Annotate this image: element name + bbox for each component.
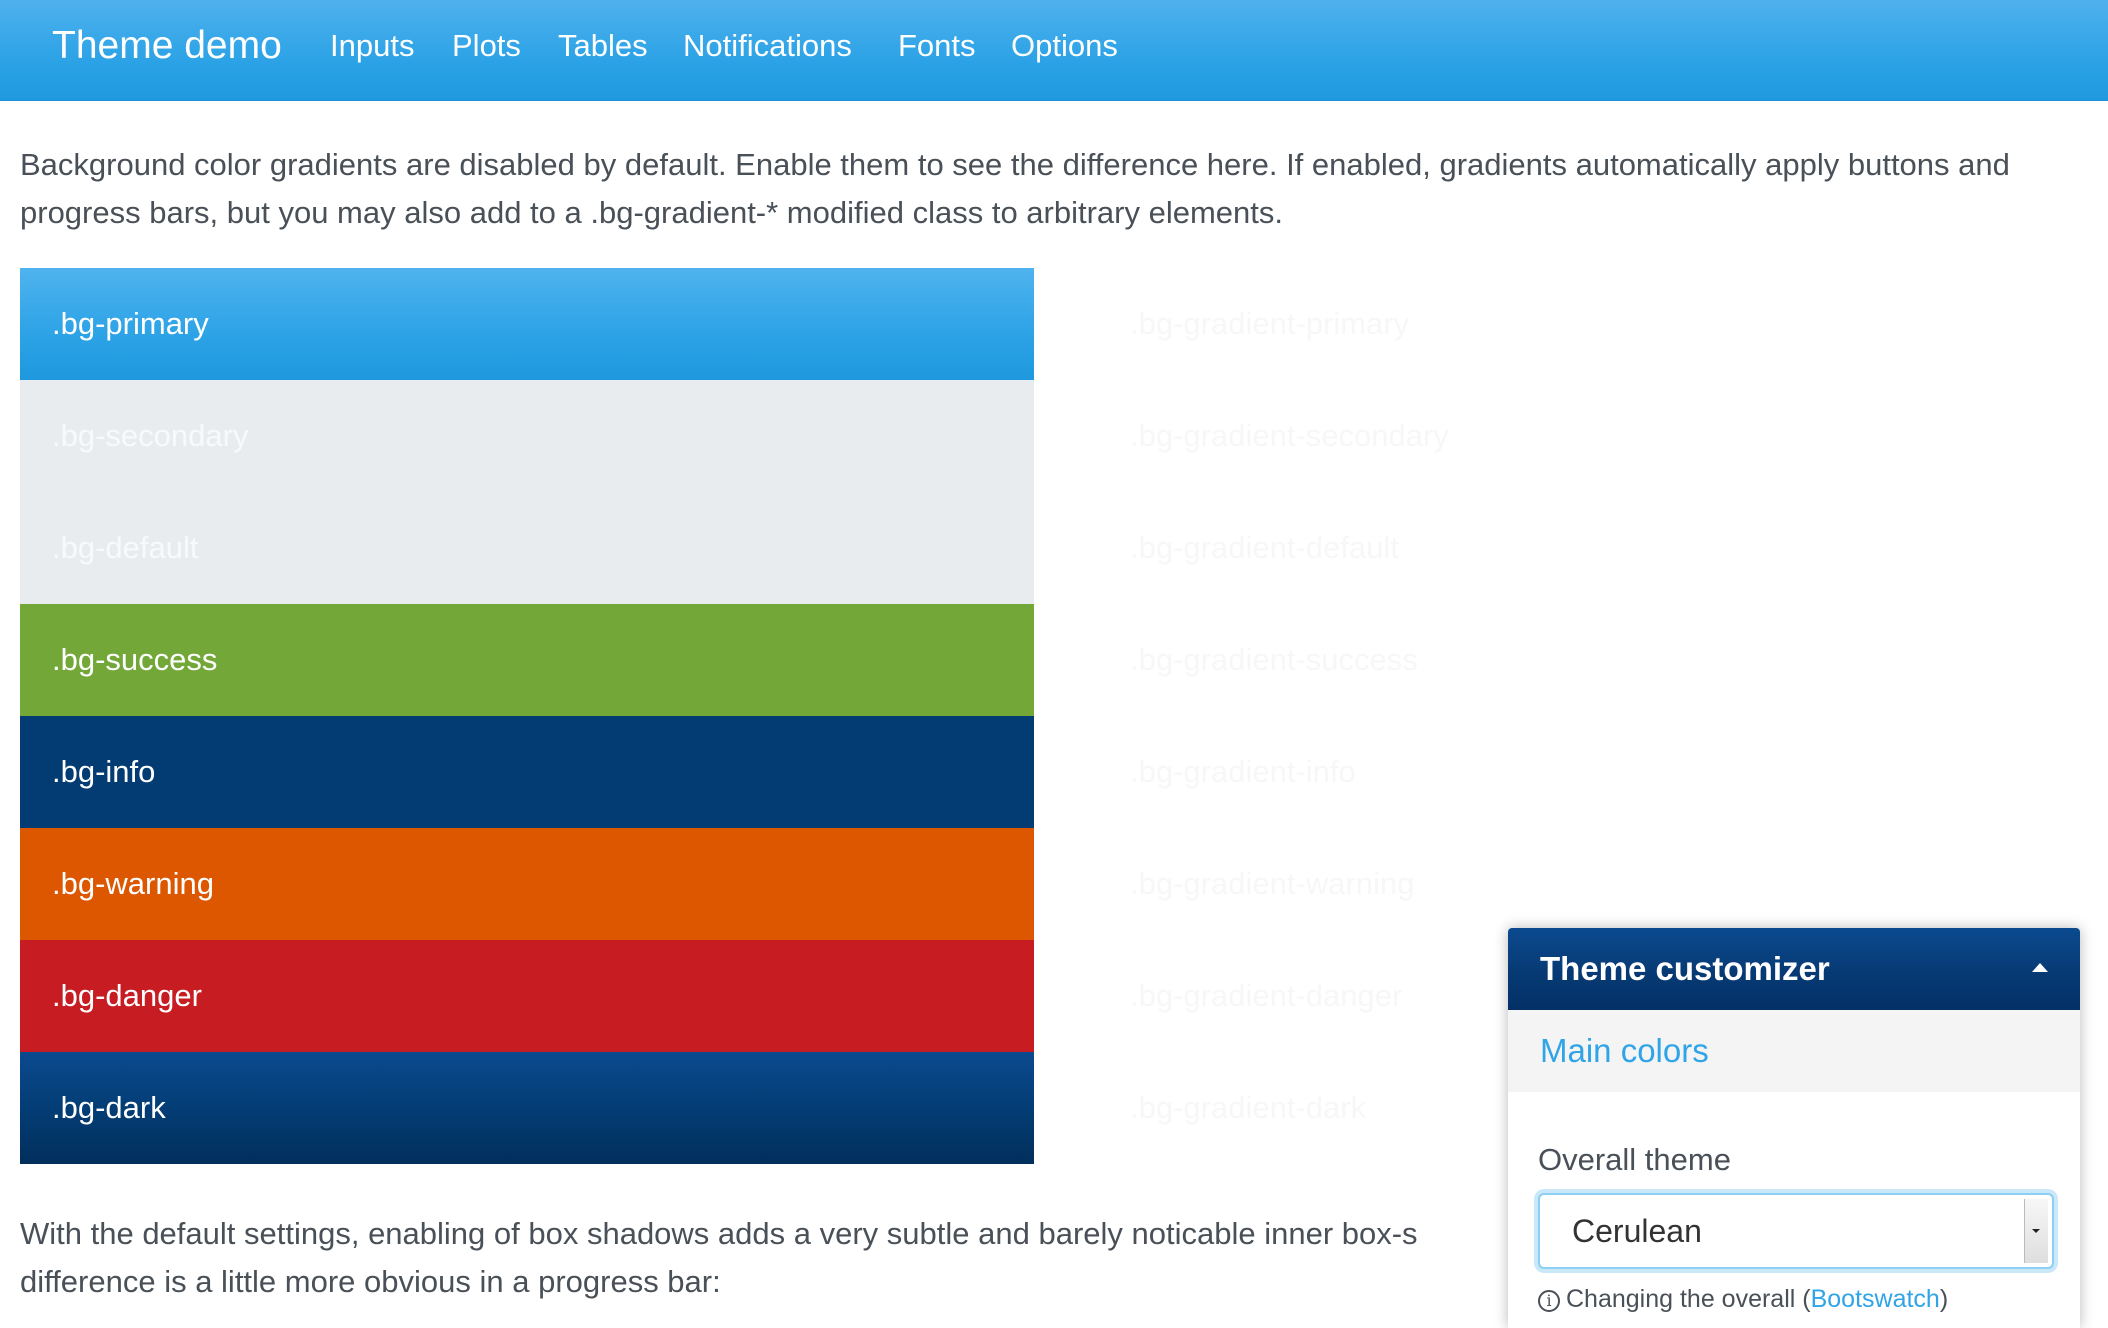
gradient-label-default: .bg-gradient-default	[1130, 530, 1399, 565]
gradient-label-info: .bg-gradient-info	[1130, 754, 1356, 789]
bootswatch-link[interactable]: Bootswatch	[1811, 1285, 1940, 1313]
swatch-label: .bg-warning	[52, 866, 214, 901]
overall-theme-select[interactable]: Cerulean	[1538, 1193, 2054, 1269]
swatch-danger: .bg-danger	[20, 940, 1034, 1052]
info-icon: i	[1538, 1290, 1560, 1312]
nav-item-plots[interactable]: Plots	[452, 26, 521, 66]
swatch-label: .bg-dark	[52, 1090, 166, 1125]
swatch-label: .bg-secondary	[52, 418, 249, 453]
caret-up-icon[interactable]	[2032, 963, 2048, 972]
box-shadow-paragraph-line: With the default settings, enabling of b…	[20, 1216, 1418, 1251]
swatch-label: .bg-success	[52, 642, 218, 677]
nav-item-fonts[interactable]: Fonts	[898, 26, 976, 66]
swatch-info: .bg-info	[20, 716, 1034, 828]
theme-customizer-title: Theme customizer	[1540, 950, 1830, 987]
swatch-label: .bg-danger	[52, 978, 202, 1013]
gradient-label-warning: .bg-gradient-warning	[1130, 866, 1415, 901]
nav-item-options[interactable]: Options	[1011, 26, 1118, 66]
swatch-dark: .bg-dark	[20, 1052, 1034, 1164]
gradient-label-danger: .bg-gradient-danger	[1130, 978, 1403, 1013]
gradient-label-primary: .bg-gradient-primary	[1130, 306, 1410, 341]
box-shadow-paragraph: With the default settings, enabling of b…	[20, 1210, 1510, 1306]
nav-item-inputs[interactable]: Inputs	[330, 26, 414, 66]
navbar-brand[interactable]: Theme demo	[52, 22, 282, 70]
intro-paragraph: Background color gradients are disabled …	[20, 147, 2010, 230]
navbar: Theme demo Inputs Plots Tables Notificat…	[0, 0, 2108, 101]
swatch-success: .bg-success	[20, 604, 1034, 716]
theme-customizer-panel: Theme customizer Main colors Overall the…	[1508, 928, 2080, 1328]
gradient-label-secondary: .bg-gradient-secondary	[1130, 418, 1449, 453]
chevron-down-icon	[2032, 1229, 2040, 1233]
theme-customizer-header[interactable]: Theme customizer	[1508, 928, 2080, 1010]
swatch-secondary: .bg-secondary	[20, 380, 1034, 492]
swatch-warning: .bg-warning	[20, 828, 1034, 940]
main-colors-section[interactable]: Main colors	[1508, 1010, 2080, 1092]
gradient-label-success: .bg-gradient-success	[1130, 642, 1418, 677]
swatch-label: .bg-default	[52, 530, 199, 565]
nav-item-notifications[interactable]: Notifications	[683, 26, 852, 66]
help-suffix: )	[1939, 1285, 1949, 1313]
nav-item-tables[interactable]: Tables	[558, 26, 648, 66]
help-prefix: Changing the overall (	[1566, 1285, 1811, 1313]
overall-theme-help: i Changing the overall (Bootswatch)	[1538, 1282, 1948, 1316]
selected-theme-value: Cerulean	[1572, 1213, 1702, 1249]
main-colors-title: Main colors	[1540, 1032, 1709, 1069]
swatch-primary: .bg-primary	[20, 268, 1034, 380]
gradient-label-dark: .bg-gradient-dark	[1130, 1090, 1367, 1125]
box-shadow-paragraph-line: difference is a little more obvious in a…	[20, 1264, 721, 1299]
overall-theme-label: Overall theme	[1538, 1142, 1731, 1177]
swatch-label: .bg-primary	[52, 306, 209, 341]
swatch-default: .bg-default	[20, 492, 1034, 604]
swatch-label: .bg-info	[52, 754, 156, 789]
select-dropdown-button[interactable]	[2024, 1199, 2048, 1263]
